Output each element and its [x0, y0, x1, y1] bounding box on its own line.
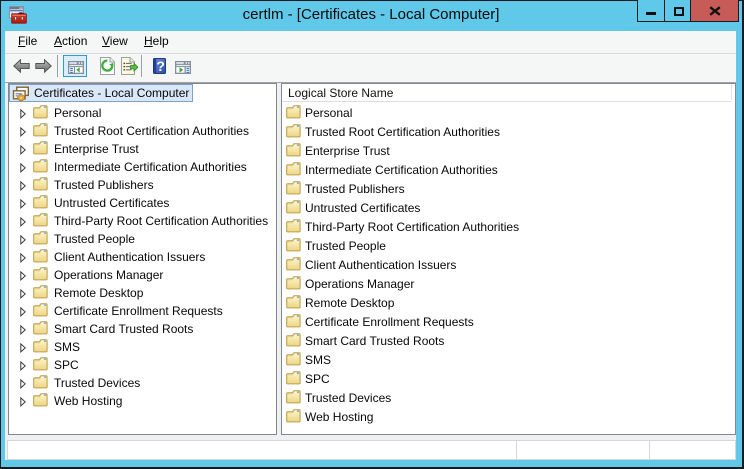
- svg-text:?: ?: [156, 58, 165, 74]
